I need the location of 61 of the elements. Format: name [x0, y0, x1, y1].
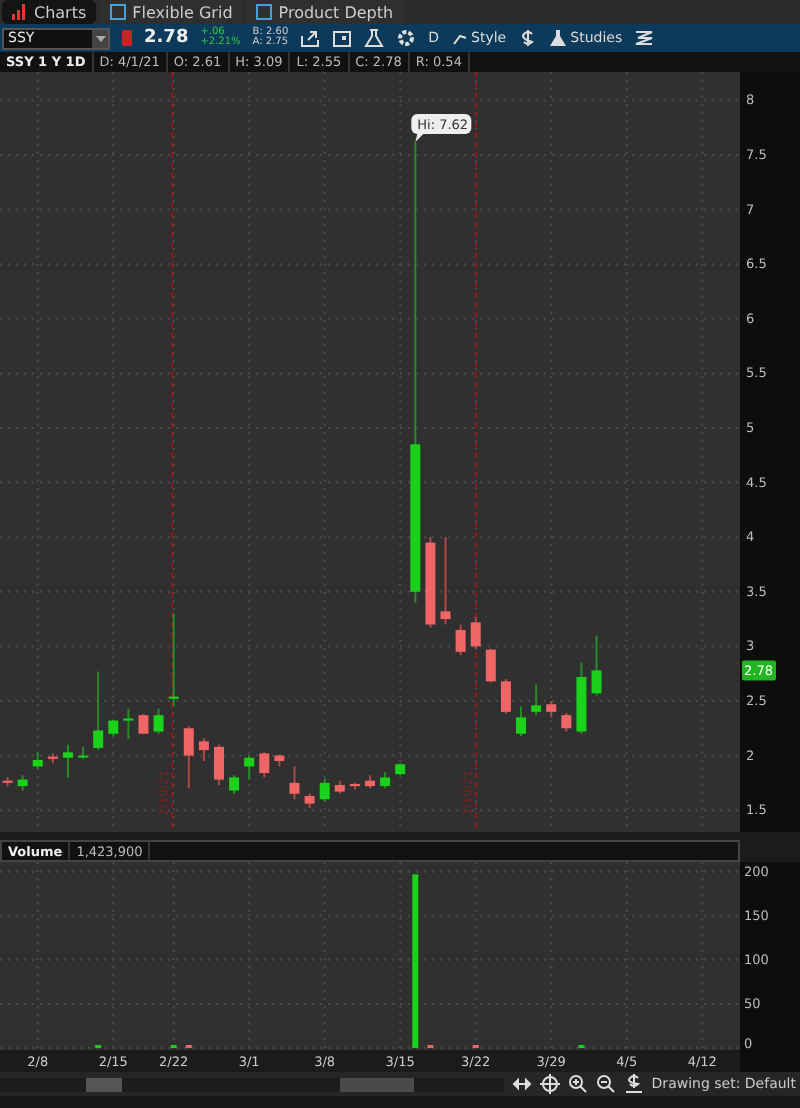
- share-icon[interactable]: [300, 28, 321, 48]
- candlestick: [17, 774, 28, 792]
- candlestick: [546, 699, 557, 719]
- scroll-thumb[interactable]: [340, 1077, 414, 1091]
- caret-icon[interactable]: [95, 35, 105, 41]
- flask-icon: [550, 30, 567, 46]
- candlestick: [2, 776, 13, 788]
- candlestick: [470, 615, 481, 650]
- candlestick: [380, 770, 391, 790]
- zoom-in-icon[interactable]: [567, 1074, 588, 1094]
- zoom-out-icon[interactable]: [595, 1074, 616, 1094]
- candlestick: [259, 751, 270, 779]
- candlestick: [576, 661, 587, 735]
- candlestick: [214, 743, 224, 787]
- dollar-icon[interactable]: [623, 1074, 644, 1094]
- candlestick: [319, 777, 330, 803]
- tab[interactable]: Charts: [2, 0, 97, 24]
- candlestick: [274, 753, 285, 768]
- dollar-icon[interactable]: [518, 28, 539, 48]
- candlestick: [365, 774, 375, 790]
- candlestick: [244, 754, 255, 781]
- candlestick: [425, 536, 436, 629]
- candlestick: [531, 683, 542, 717]
- candlestick: [289, 765, 300, 801]
- candlestick: [153, 707, 164, 735]
- candlestick: [168, 612, 179, 708]
- candlestick: [123, 707, 134, 741]
- scroll-handle[interactable]: [86, 1077, 122, 1091]
- candlestick: [32, 751, 43, 770]
- tab[interactable]: Product Depth: [246, 0, 404, 24]
- candlestick: [440, 536, 451, 626]
- candlestick: [47, 752, 58, 765]
- candlestick: [304, 792, 315, 809]
- candlestick: [349, 781, 360, 791]
- candlestick: [591, 634, 602, 697]
- candlestick: [138, 713, 149, 735]
- crosshair-icon[interactable]: [539, 1074, 560, 1094]
- candlestick: [78, 745, 89, 760]
- candlestick: [108, 718, 119, 737]
- candlestick: [485, 647, 496, 684]
- candlestick: [93, 670, 104, 752]
- tab[interactable]: Flexible Grid: [100, 0, 243, 24]
- candlestick: [561, 712, 572, 733]
- candlestick: [395, 762, 406, 777]
- grid-icon: [110, 4, 127, 20]
- settings-icon[interactable]: [396, 28, 417, 48]
- candlestick: [334, 779, 345, 795]
- candlestick: [500, 678, 511, 716]
- panel-icon: [256, 4, 273, 20]
- candlestick: [183, 725, 194, 790]
- candlestick: [229, 774, 240, 795]
- drawing-tools-icon[interactable]: [634, 28, 655, 48]
- candlestick: [455, 623, 466, 657]
- scrollbar[interactable]: [0, 1077, 504, 1091]
- candlestick: [516, 705, 526, 737]
- candlestick: [62, 743, 73, 779]
- last-price: 2.78: [144, 28, 189, 48]
- pan-icon[interactable]: [511, 1074, 532, 1094]
- candlestick: [198, 737, 209, 762]
- bar-chart-icon: [12, 4, 28, 20]
- flask-icon[interactable]: [364, 28, 385, 48]
